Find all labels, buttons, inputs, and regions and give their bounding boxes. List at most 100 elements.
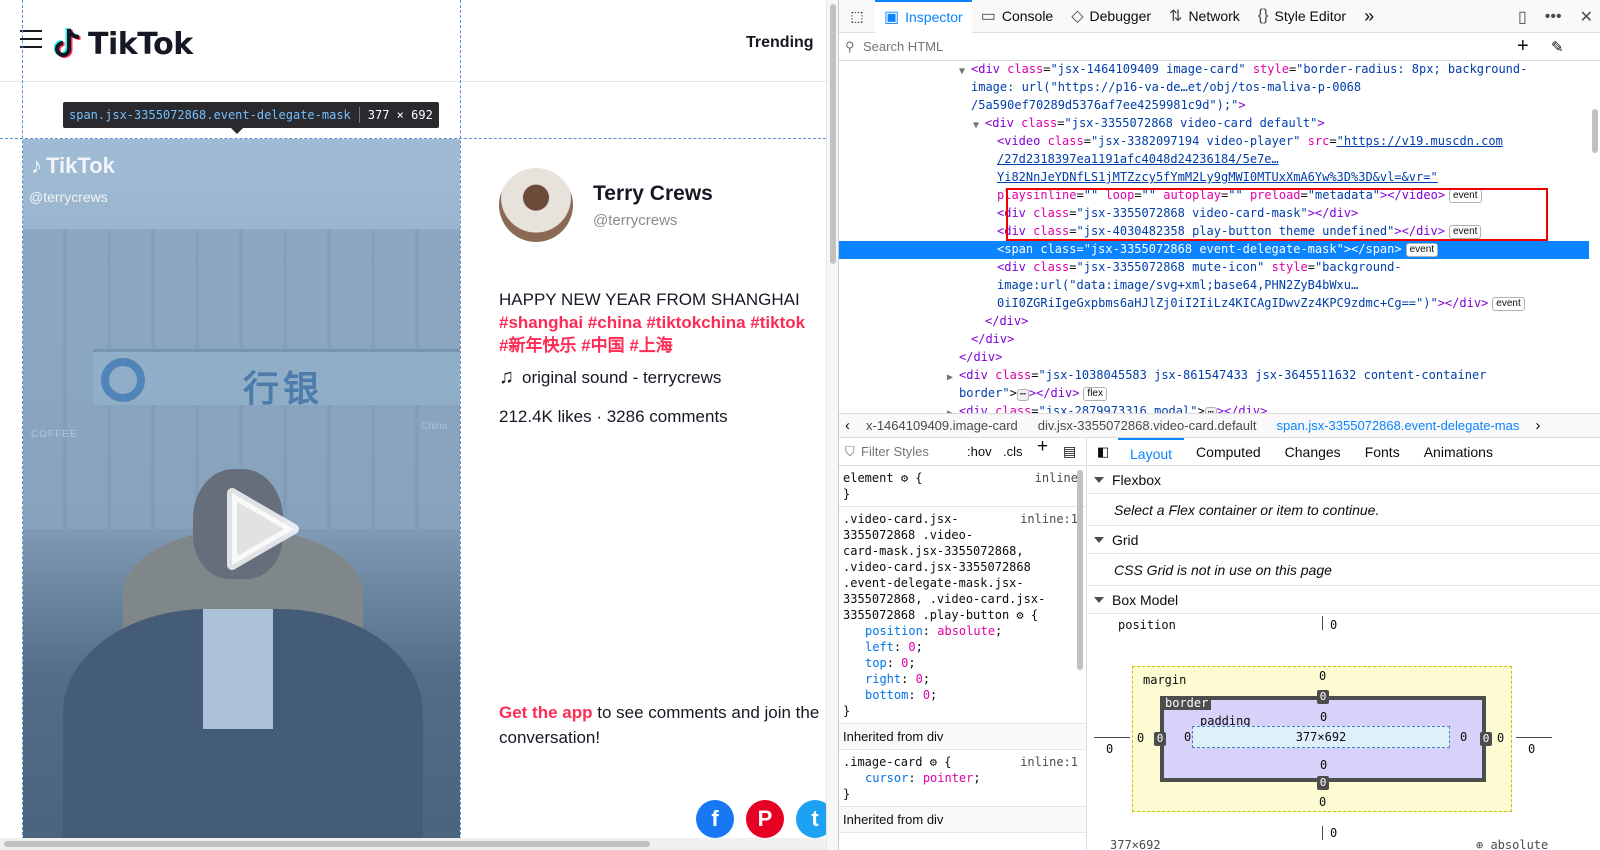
rule-source[interactable]: inline:1 <box>1020 754 1078 770</box>
markup-line[interactable]: Yi82NnJeYDNfLS1jMTZzcy5fYmM2Ly9gMWI0MTUx… <box>839 169 1589 187</box>
flex-badge[interactable]: flex <box>1083 387 1107 401</box>
tab-animations[interactable]: Animations <box>1412 438 1505 466</box>
rules-scrollbar[interactable] <box>1075 466 1085 850</box>
markup-line[interactable]: ▼ <div class="jsx-3355072868 video-card d… <box>839 115 1589 133</box>
tab-style-editor[interactable]: {} Style Editor <box>1249 0 1355 33</box>
rule-element[interactable]: inline element ⚙ {} <box>839 466 1086 507</box>
author-info[interactable]: Terry Crews @terrycrews <box>499 168 713 242</box>
markup-line[interactable]: 0iI0ZGRiIgeGxpbms6aHJlZj0iI2IiLz4KICAgID… <box>839 295 1589 313</box>
event-badge[interactable]: event <box>1405 243 1439 257</box>
padding-bottom-value[interactable]: 0 <box>1320 758 1327 772</box>
expand-triangle-icon[interactable]: ▶ <box>947 369 953 385</box>
search-html-input[interactable] <box>863 39 1503 54</box>
tab-changes[interactable]: Changes <box>1273 438 1353 466</box>
declaration[interactable]: top: 0; <box>843 655 1082 671</box>
tab-inspector[interactable]: ▣ Inspector <box>875 0 972 33</box>
dock-icon[interactable]: ▯ <box>1518 7 1527 27</box>
boxmodel-section-header[interactable]: Box Model <box>1088 586 1600 614</box>
markup-view[interactable]: ▼ <div class="jsx-1464109409 image-card" … <box>839 61 1589 413</box>
padding-top-value[interactable]: 0 <box>1320 710 1327 724</box>
grid-section-header[interactable]: Grid <box>1088 526 1600 554</box>
avatar[interactable] <box>499 168 573 242</box>
flexbox-section-header[interactable]: Flexbox <box>1088 466 1600 494</box>
rule-image-card[interactable]: inline:1 .image-card ⚙ { cursor: pointer… <box>839 750 1086 807</box>
rule-source[interactable]: inline:1 <box>1020 511 1078 527</box>
padding-left-value[interactable]: 0 <box>1184 730 1191 744</box>
border-bottom-value[interactable]: 0 <box>1317 776 1329 790</box>
rule-source[interactable]: inline <box>1035 470 1078 486</box>
rules-scrollbar-thumb[interactable] <box>1077 470 1083 670</box>
pinterest-icon[interactable]: P <box>746 800 784 838</box>
filter-styles-input[interactable] <box>861 444 959 459</box>
hov-toggle[interactable]: :hov <box>967 444 992 460</box>
more-tabs-icon[interactable]: » <box>1355 0 1383 33</box>
event-badge[interactable]: event <box>1492 297 1525 311</box>
markup-line[interactable]: /5a590ef70289d5376af7ee4259981c9d");"> <box>839 97 1589 115</box>
margin-bottom-value[interactable]: 0 <box>1319 795 1326 809</box>
vertical-scrollbar-thumb[interactable] <box>830 4 836 264</box>
tiktok-logo[interactable]: TikTok <box>54 26 193 62</box>
author-name[interactable]: Terry Crews <box>593 182 713 206</box>
margin-right-value[interactable]: 0 <box>1497 731 1504 745</box>
print-media-icon[interactable]: ▤ <box>1063 443 1076 459</box>
markup-line[interactable]: </div> <box>839 331 1589 349</box>
position-top-value[interactable]: 0 <box>1330 618 1337 632</box>
tab-fonts[interactable]: Fonts <box>1353 438 1412 466</box>
video-card[interactable]: 行银 COFFEE China ♪ TikTok @terrycrews <box>23 139 460 850</box>
more-options-icon[interactable]: ••• <box>1545 8 1562 26</box>
get-app-link[interactable]: Get the app <box>499 703 593 722</box>
play-icon[interactable] <box>208 479 308 579</box>
tab-layout[interactable]: Layout <box>1118 438 1185 466</box>
border-right-value[interactable]: 0 <box>1480 732 1492 746</box>
gear-icon[interactable]: ⚙ <box>901 471 908 485</box>
tab-computed[interactable]: Computed <box>1184 438 1273 466</box>
padding-right-value[interactable]: 0 <box>1460 730 1467 744</box>
markup-line[interactable]: image:url("data:image/svg+xml;base64,PHN… <box>839 277 1589 295</box>
declaration[interactable]: right: 0; <box>843 671 1082 687</box>
sound-link[interactable]: ♫ original sound - terrycrews <box>499 366 721 389</box>
markup-line[interactable]: ▶ <div class="jsx-1038045583 jsx-86154743… <box>839 367 1589 385</box>
close-icon[interactable]: ✕ <box>1580 7 1593 27</box>
menu-icon[interactable] <box>20 30 42 48</box>
gear-icon[interactable]: ⚙ <box>930 755 937 769</box>
collapsed-ellipsis[interactable]: ⋯ <box>1016 389 1029 401</box>
markup-line[interactable]: border"> ⋯ ></div> flex <box>839 385 1589 403</box>
collapse-triangle-icon[interactable]: ▼ <box>959 63 965 79</box>
markup-line[interactable]: image: url("https://p16-va-de…et/obj/tos… <box>839 79 1589 97</box>
gear-icon[interactable]: ⚙ <box>1016 608 1023 622</box>
margin-top-value[interactable]: 0 <box>1319 669 1326 683</box>
tab-debugger[interactable]: ◇ Debugger <box>1062 0 1160 33</box>
position-left-value[interactable]: 0 <box>1106 742 1113 756</box>
markup-line[interactable]: </div> <box>839 313 1589 331</box>
markup-line[interactable]: <div class="jsx-3355072868 mute-icon" st… <box>839 259 1589 277</box>
horizontal-scrollbar[interactable] <box>0 838 826 850</box>
breadcrumb-left-arrow-icon[interactable]: ‹ <box>839 417 856 434</box>
position-right-value[interactable]: 0 <box>1528 742 1535 756</box>
markup-line[interactable]: <video class="jsx-3382097194 video-playe… <box>839 133 1589 151</box>
tab-network[interactable]: ⇅ Network <box>1160 0 1249 33</box>
caption-hashtags[interactable]: #shanghai #china #tiktokchina #tiktok <box>499 311 825 334</box>
toggle-sidebar-icon[interactable]: ◧ <box>1088 444 1118 460</box>
markup-scrollbar-thumb[interactable] <box>1592 109 1598 153</box>
breadcrumb-item-current[interactable]: span.jsx-3355072868.event-delegate-mas <box>1267 418 1530 433</box>
facebook-icon[interactable]: f <box>696 800 734 838</box>
markup-line[interactable]: </div> <box>839 349 1589 367</box>
markup-line[interactable]: ▼ <div class="jsx-1464109409 image-card" … <box>839 61 1589 79</box>
eyedropper-icon[interactable]: ✎ <box>1551 38 1564 56</box>
markup-line[interactable]: ▶<div class="jsx-2879973316 modal">⋯></d… <box>839 403 1589 413</box>
breadcrumb-item[interactable]: x-1464109409.image-card <box>856 418 1028 433</box>
declaration[interactable]: position: absolute; <box>843 623 1082 639</box>
caption-hashtags-cn[interactable]: #新年快乐 #中国 #上海 <box>499 334 825 357</box>
horizontal-scrollbar-thumb[interactable] <box>4 841 650 847</box>
declaration[interactable]: cursor: pointer; <box>843 770 1082 786</box>
border-left-value[interactable]: 0 <box>1154 732 1166 746</box>
border-top-value[interactable]: 0 <box>1317 690 1329 704</box>
tab-console[interactable]: ▭ Console <box>972 0 1063 33</box>
nav-trending-link[interactable]: Trending <box>746 34 814 52</box>
markup-scrollbar[interactable] <box>1589 61 1600 413</box>
expand-triangle-icon[interactable]: ▶ <box>947 405 953 413</box>
declaration[interactable]: left: 0; <box>843 639 1082 655</box>
breadcrumb-item[interactable]: div.jsx-3355072868.video-card.default <box>1028 418 1267 433</box>
add-rule-icon[interactable]: + <box>1037 438 1048 456</box>
rule-video-card[interactable]: inline:1 .video-card.jsx- 3355072868 .vi… <box>839 507 1086 724</box>
